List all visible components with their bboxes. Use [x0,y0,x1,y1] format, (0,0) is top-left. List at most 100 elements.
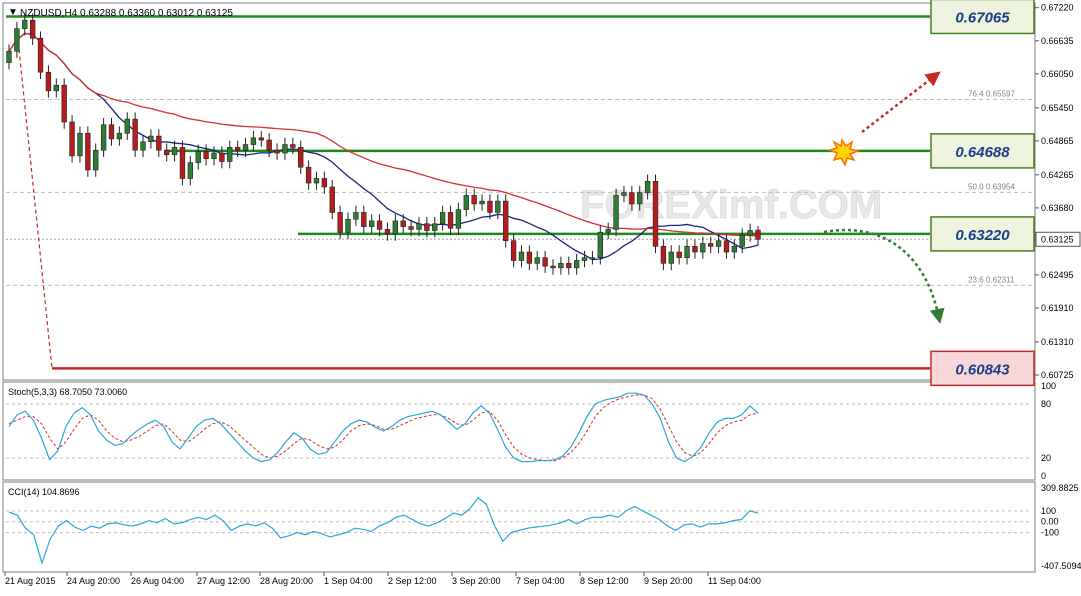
candle-body [93,149,99,171]
candle-body [589,257,596,260]
candle-body [652,181,659,247]
price-tick-label: 0.63125 [1041,234,1074,244]
candle-body [384,229,391,235]
time-tick-label: 8 Sep 12:00 [580,576,629,586]
candle-body [613,195,619,230]
candle-body [471,195,477,205]
candle-body [676,251,682,258]
candle-body [108,124,115,140]
candle-body [487,200,493,213]
candle-body [282,144,288,154]
candle-body [376,220,383,230]
candle-body [755,229,761,240]
candle-body [542,257,548,267]
candle-body [22,19,28,29]
price-tick-label: 0.66050 [1041,69,1074,79]
candle-body [495,200,501,213]
candle-body [164,149,170,156]
candle-body [573,260,580,269]
candle-body [747,230,753,236]
candle-body [392,220,398,235]
candle-body [668,251,674,264]
candle-body [424,223,430,231]
fib-ratio-label: 76.4 [968,89,984,98]
watermark-text: FOREXimf.COM [580,183,882,227]
time-tick-label: 26 Aug 04:00 [131,576,184,586]
candle-body [503,200,509,242]
candle-body [116,132,123,140]
candle-body [700,243,706,253]
stoch-tick-label: 20 [1041,453,1051,463]
candle-body [132,118,138,151]
stoch-tick-label: 80 [1041,399,1051,409]
candle-body [211,152,217,159]
menu-glyph[interactable]: ▼ [8,7,18,18]
candle-body [242,144,249,151]
candle-body [605,229,611,233]
candle-body [447,212,454,229]
price-tick-label: 0.62495 [1041,270,1074,280]
level-box-label: 0.64688 [955,144,1010,161]
candle-body [156,135,162,151]
price-tick-label: 0.65450 [1041,103,1074,113]
candle-body [100,124,107,151]
candle-body [731,246,738,253]
chart-svg: FOREXimf.COM 76.4 0.6559750.0 0.6395423.6 0… [2,0,1081,586]
candle-body [408,226,414,230]
candle-body [329,186,335,213]
candle-body [148,135,154,143]
candle-body [684,246,690,258]
candle-body [6,50,12,63]
candle-body [708,243,714,247]
fib-price-label: 0.65597 [986,89,1015,98]
time-tick-label: 21 Aug 2015 [5,576,56,586]
candle-body [321,178,328,188]
candle-body [566,263,572,269]
time-tick-label: 9 Sep 20:00 [644,576,693,586]
cci-panel-frame [2,481,1036,573]
candle-body [692,246,698,253]
candle-body [581,257,588,261]
candle-body [14,28,20,52]
candle-body [250,137,257,145]
candle-body [432,223,438,231]
candle-body [723,240,730,253]
time-tick-label: 11 Sep 04:00 [708,576,761,586]
candle-body [361,212,367,227]
candle-body [463,195,469,210]
chart-window: FOREXimf.COM 76.4 0.65597 50.0 0.63954 23.6 0… [0,0,1081,591]
candle-body [644,181,651,193]
time-tick-label: 2 Sep 12:00 [388,576,437,586]
price-tick-label: 0.63680 [1041,203,1074,213]
candle-body [219,152,225,162]
candle-body [439,212,446,225]
candle-body [227,147,233,162]
stoch-tick-label: 0 [1041,471,1046,481]
time-tick-label: 3 Sep 20:00 [452,576,501,586]
candle-body [29,19,36,39]
candle-body [290,144,296,148]
candle-body [258,137,264,141]
candle-body [739,234,745,247]
candle-body [455,209,462,229]
candle-body [77,132,83,157]
price-tick-label: 0.61910 [1041,303,1074,313]
cci-tick-label: 0.00 [1041,517,1059,527]
candle-body [660,246,667,264]
cci-tick-label: 309.8825 [1041,483,1079,493]
candle-body [715,240,722,247]
price-tick-label: 0.61310 [1041,337,1074,347]
candle-body [187,162,194,179]
time-tick-label: 24 Aug 20:00 [67,576,120,586]
candle-body [53,84,59,92]
candle-body [61,84,67,123]
fib-price-label: 0.63954 [986,182,1015,191]
symbol-header: NZDUSD,H4 0.63288 0.63360 0.63012 0.6312… [20,8,233,19]
time-tick-label: 7 Sep 04:00 [516,576,565,586]
candle-body [558,263,564,269]
candle-body [305,166,312,184]
fib-ratio-label: 50.0 [968,182,984,191]
price-tick-label: 0.64865 [1041,136,1074,146]
time-tick-label: 1 Sep 04:00 [324,576,373,586]
candle-body [345,218,351,233]
